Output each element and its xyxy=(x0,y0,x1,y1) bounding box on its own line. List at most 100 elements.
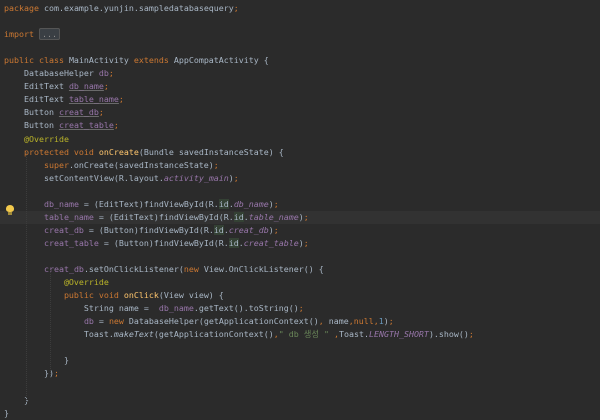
code-token: public class xyxy=(4,55,69,66)
code-token: EditText xyxy=(4,94,69,105)
code-token: creat_db xyxy=(43,224,84,235)
code-token: = (Button)findViewById(R. xyxy=(83,224,214,235)
code-line[interactable]: super.onCreate(savedInstanceState); xyxy=(0,159,600,172)
code-line[interactable] xyxy=(0,341,600,354)
code-line[interactable]: } xyxy=(0,407,600,420)
code-token: , xyxy=(318,316,329,327)
code-line[interactable]: EditText table_name; xyxy=(0,93,600,106)
code-line[interactable]: creat_table = (Button)findViewById(R.id.… xyxy=(0,237,600,250)
code-token: creat_table xyxy=(43,237,99,248)
code-token: db xyxy=(98,68,109,79)
code-token: id xyxy=(218,198,229,209)
code-token: String name = xyxy=(4,303,159,314)
code-token: activity_main xyxy=(163,172,229,183)
code-line[interactable] xyxy=(0,250,600,263)
code-line[interactable]: package com.example.yunjin.sampledatabas… xyxy=(0,2,600,15)
code-token: .onCreate(savedInstanceState) xyxy=(68,159,214,170)
code-line[interactable] xyxy=(0,380,600,393)
code-line[interactable]: table_name = (EditText)findViewById(R.id… xyxy=(0,210,600,224)
code-line[interactable]: @Override xyxy=(0,133,600,146)
code-token: creat_db xyxy=(58,107,99,118)
code-line[interactable]: setContentView(R.layout.activity_main); xyxy=(0,172,600,185)
code-token: makeText xyxy=(113,329,154,340)
code-token: db_name xyxy=(233,198,269,209)
code-token: id xyxy=(213,224,224,235)
code-token: Button xyxy=(4,120,59,131)
code-token: ; xyxy=(298,303,304,314)
code-line[interactable]: String name = db_name.getText().toString… xyxy=(0,302,600,315)
code-line[interactable]: } xyxy=(0,394,600,407)
code-token: } xyxy=(4,407,9,418)
code-line[interactable]: @Override xyxy=(0,276,600,289)
code-token: , xyxy=(329,329,339,340)
code-token: @Override xyxy=(4,133,69,144)
code-token: DatabaseHelper xyxy=(4,68,99,79)
code-token: ; xyxy=(303,237,309,248)
code-line[interactable]: creat_db = (Button)findViewById(R.id.cre… xyxy=(0,224,600,237)
code-token: MainActivity xyxy=(68,55,134,66)
code-token: db_name xyxy=(68,81,104,92)
code-line[interactable]: }); xyxy=(0,367,600,380)
code-token: LENGTH_SHORT xyxy=(368,329,429,340)
code-token: ; xyxy=(468,329,474,340)
code-token: View.OnClickListener() { xyxy=(203,264,324,274)
code-line[interactable]: db = new DatabaseHelper(getApplicationCo… xyxy=(0,315,600,328)
code-token: table_name xyxy=(68,94,119,105)
code-token: " db 생성 " xyxy=(278,329,329,340)
code-line[interactable] xyxy=(0,41,600,54)
code-token: ).show() xyxy=(428,329,469,340)
code-token: setContentView(R.layout. xyxy=(4,172,164,183)
code-line[interactable]: protected void onCreate(Bundle savedInst… xyxy=(0,146,600,159)
code-line[interactable] xyxy=(0,15,600,28)
code-token: }) xyxy=(4,368,54,379)
code-token: = xyxy=(93,316,109,327)
code-token: new xyxy=(108,316,129,327)
code-token: .setOnClickListener( xyxy=(83,264,184,274)
code-line[interactable]: EditText db_name; xyxy=(0,80,600,93)
code-line[interactable]: Toast.makeText(getApplicationContext(),"… xyxy=(0,328,600,341)
code-line[interactable]: Button creat_table; xyxy=(0,119,600,132)
code-line[interactable]: DatabaseHelper db; xyxy=(0,67,600,80)
code-line[interactable] xyxy=(0,185,600,198)
code-token: name xyxy=(328,316,349,327)
code-token: DatabaseHelper(getApplicationContext() xyxy=(128,316,319,327)
code-token: null xyxy=(353,316,374,327)
code-line[interactable]: } xyxy=(0,354,600,367)
code-token: db_name xyxy=(43,198,79,209)
lightbulb-base xyxy=(8,212,12,215)
code-token: .getText().toString() xyxy=(193,303,299,314)
code-token: ... xyxy=(38,28,60,41)
code-token: ; xyxy=(388,316,394,327)
code-token: ; xyxy=(233,172,239,183)
code-line[interactable]: Button creat_db; xyxy=(0,106,600,119)
code-token: new xyxy=(183,264,204,274)
code-editor[interactable]: package com.example.yunjin.sampledatabas… xyxy=(0,0,600,419)
code-line[interactable]: public void onClick(View view) { xyxy=(0,289,600,302)
code-token: Toast. xyxy=(339,329,369,340)
code-token: ; xyxy=(118,94,124,105)
code-token: onClick xyxy=(123,290,159,301)
indent-guide xyxy=(50,270,51,375)
code-token: ; xyxy=(108,68,114,79)
code-token: id xyxy=(233,211,244,222)
code-token: creat_db xyxy=(228,224,269,235)
code-line[interactable]: public class MainActivity extends AppCom… xyxy=(0,54,600,67)
code-token: ; xyxy=(113,120,119,131)
indent-guide xyxy=(26,152,27,402)
code-token: Button xyxy=(4,107,59,118)
code-line[interactable]: db_name = (EditText)findViewById(R.id.db… xyxy=(0,198,600,211)
code-line[interactable]: creat_db.setOnClickListener(new View.OnC… xyxy=(0,263,600,276)
code-token: } xyxy=(4,355,69,366)
code-token: = (EditText)findViewById(R. xyxy=(93,211,234,222)
code-token: db_name xyxy=(158,303,194,314)
code-token: id xyxy=(228,237,239,248)
code-token: ; xyxy=(53,368,59,379)
code-token: onCreate xyxy=(98,146,139,157)
lightbulb-icon[interactable] xyxy=(5,205,15,215)
code-token: import xyxy=(4,29,39,40)
code-token: ; xyxy=(103,81,109,92)
code-line[interactable]: import ... xyxy=(0,28,600,41)
